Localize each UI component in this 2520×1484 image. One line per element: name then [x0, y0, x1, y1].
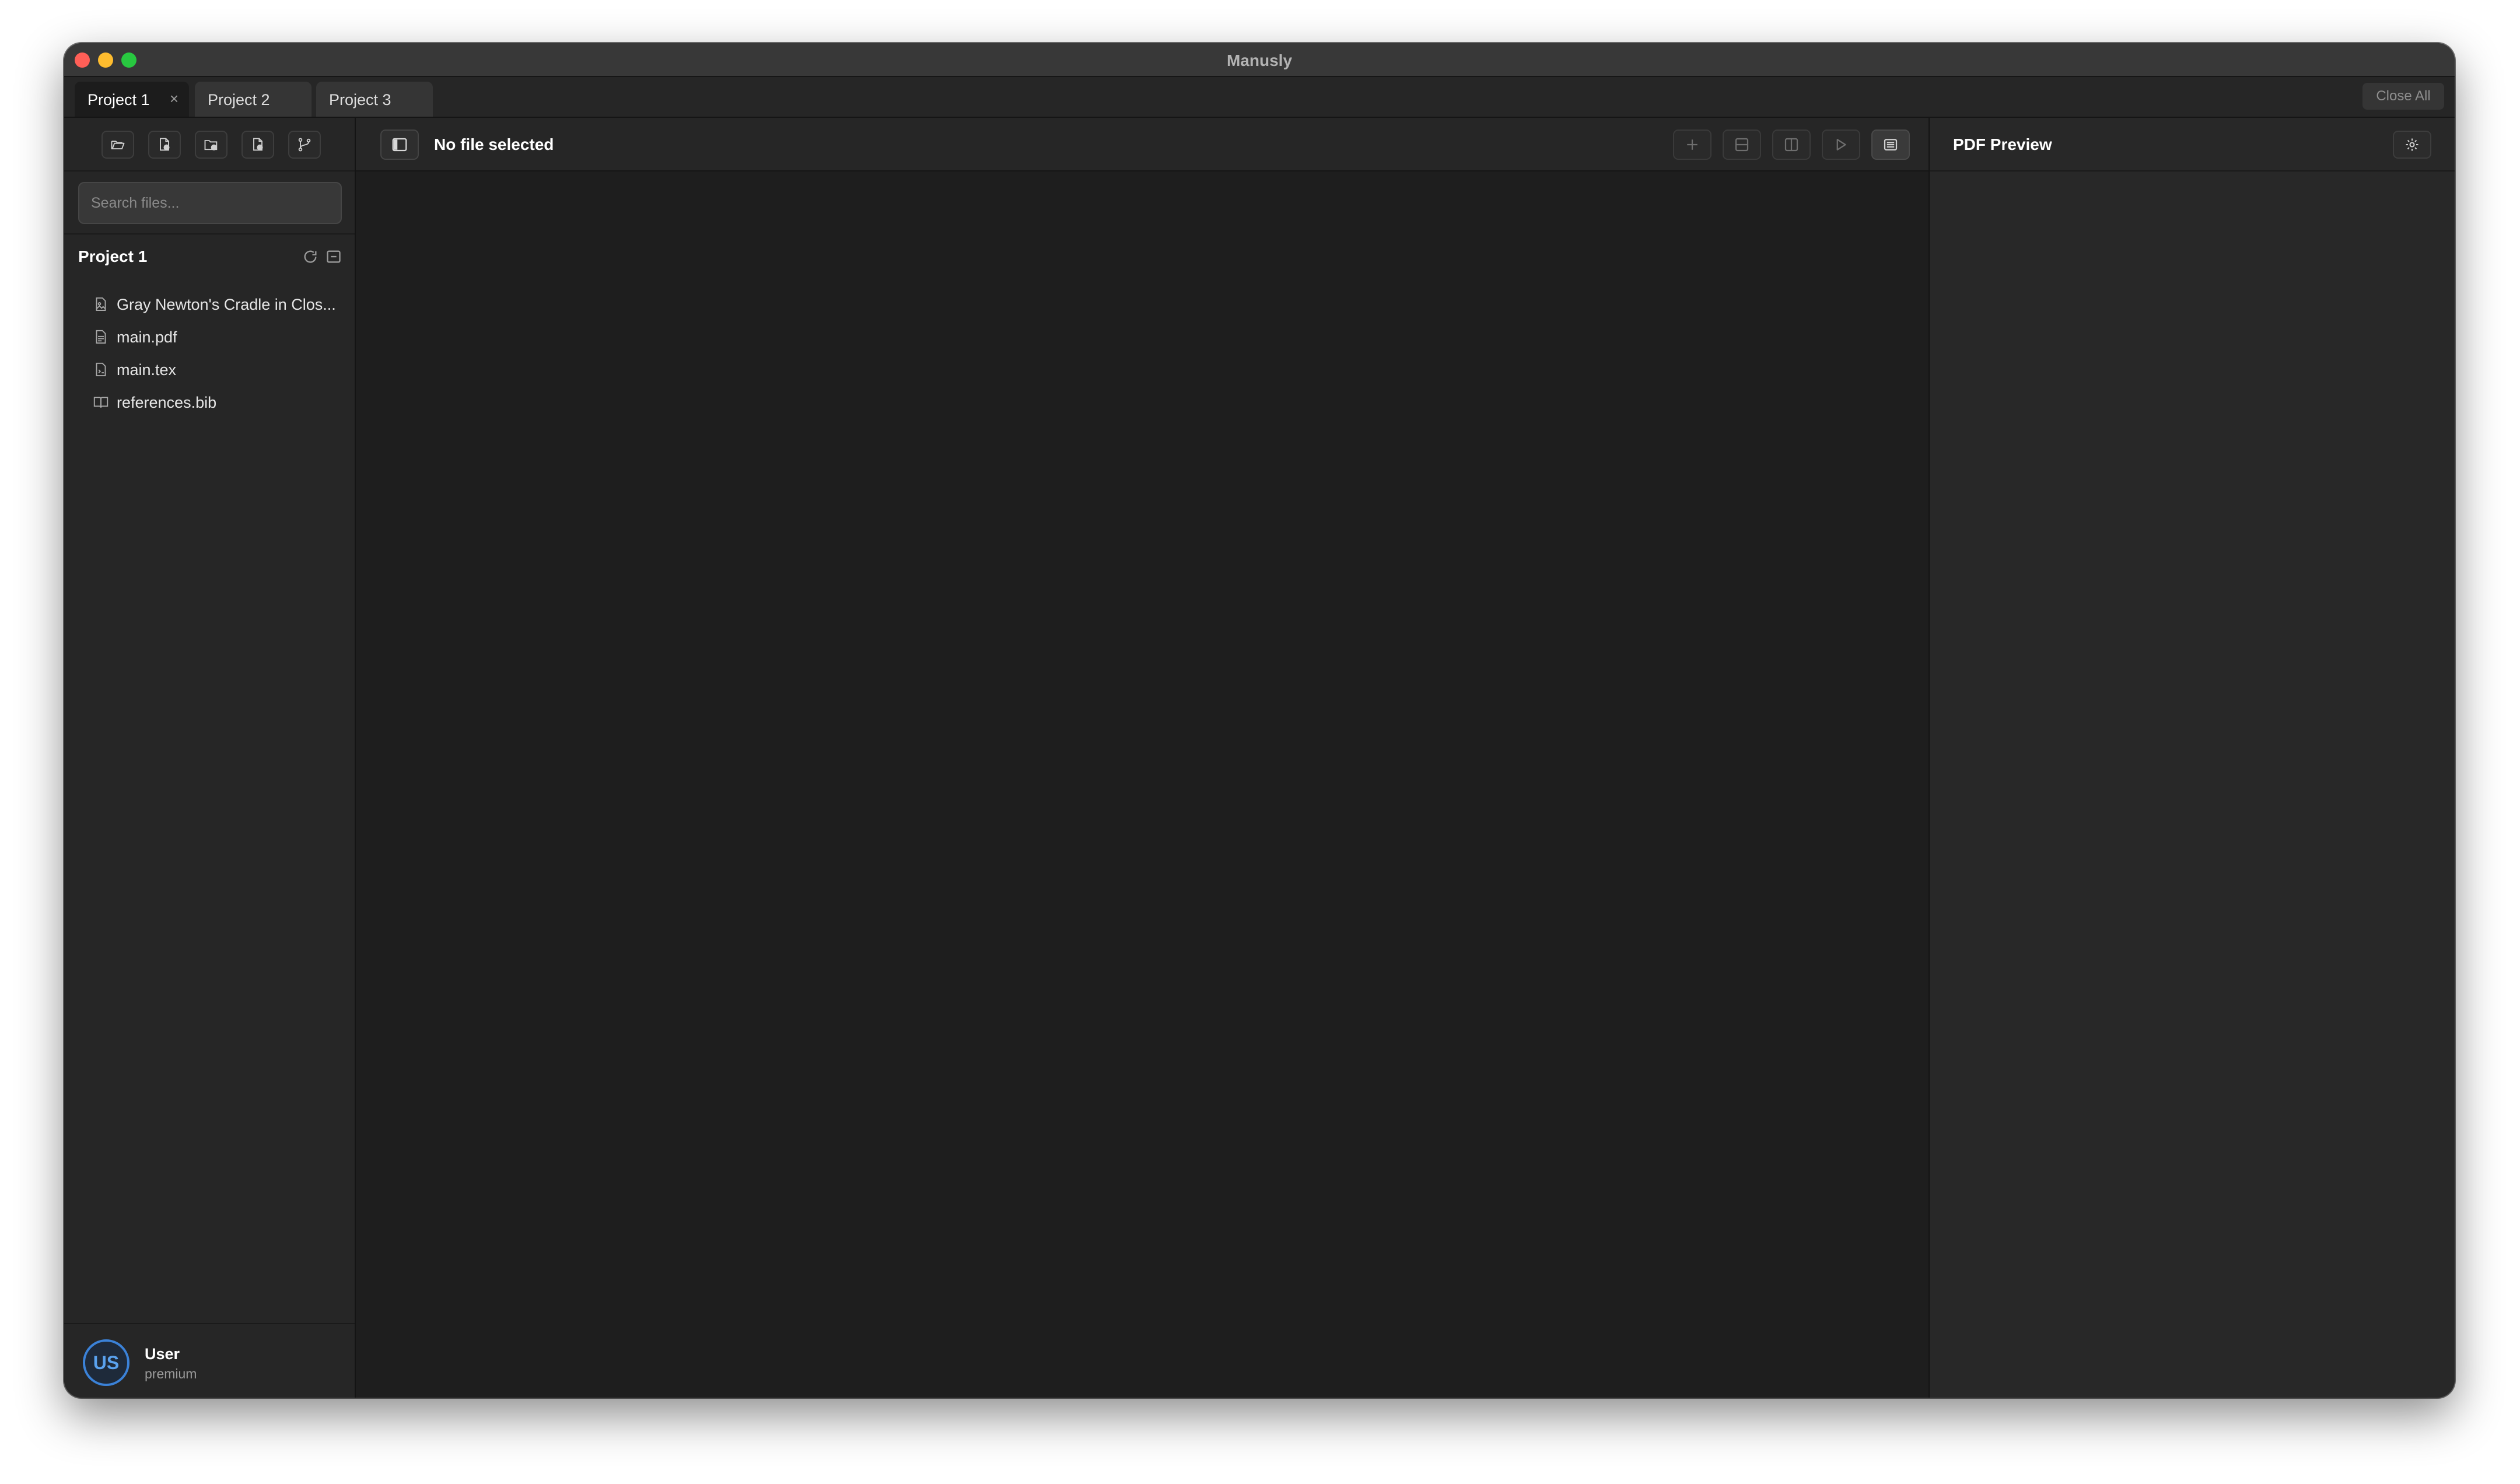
file-sidebar: Project 1 Gray Newton's Cradle in Clos..…	[64, 118, 356, 1398]
user-plan: premium	[145, 1366, 197, 1381]
terminal-icon	[1884, 139, 1898, 150]
pdf-file-icon	[96, 330, 106, 344]
run-button[interactable]	[1822, 130, 1860, 160]
file-tree: Gray Newton's Cradle in Clos... main.pdf…	[92, 288, 341, 419]
tex-file-icon	[96, 362, 106, 376]
project-header: Project 1	[78, 245, 341, 268]
tab-close-icon[interactable]: ×	[170, 90, 178, 108]
split-vertical-icon	[1784, 138, 1798, 152]
split-horizontal-button[interactable]	[1723, 130, 1761, 160]
title-bar: Manusly	[64, 43, 2455, 77]
git-branch-button[interactable]	[288, 131, 321, 159]
file-item-references-bib[interactable]: references.bib	[92, 386, 341, 419]
window-title: Manusly	[1226, 51, 1293, 69]
file-name: main.pdf	[117, 328, 177, 346]
editor-toolbar: No file selected	[356, 118, 1929, 172]
pdf-toolbar: PDF Preview	[1930, 118, 2455, 172]
terminal-button[interactable]	[1871, 130, 1910, 160]
tab-label: Project 3	[329, 91, 391, 108]
tab-label: Project 2	[208, 91, 270, 108]
file-item-main-tex[interactable]: main.tex	[92, 354, 341, 386]
add-file-button[interactable]	[242, 131, 274, 159]
user-name: User	[145, 1345, 180, 1363]
pdf-settings-button[interactable]	[2393, 131, 2431, 159]
new-folder-icon	[204, 140, 218, 150]
sidebar-toolbar	[64, 118, 355, 172]
toggle-sidebar-button[interactable]	[380, 130, 419, 160]
pdf-preview-title: PDF Preview	[1953, 135, 2052, 153]
add-button[interactable]	[1673, 130, 1712, 160]
user-profile[interactable]: US User premium	[64, 1323, 355, 1398]
file-name: references.bib	[117, 393, 217, 411]
editor-file-title: No file selected	[434, 135, 554, 153]
split-vertical-button[interactable]	[1772, 130, 1811, 160]
open-folder-button[interactable]	[102, 131, 134, 159]
file-item-image[interactable]: Gray Newton's Cradle in Clos...	[92, 288, 341, 321]
run-icon	[1836, 139, 1846, 150]
avatar[interactable]: US	[83, 1339, 130, 1386]
new-file-icon	[160, 138, 170, 151]
settings-icon	[2406, 138, 2418, 151]
file-name: main.tex	[117, 360, 177, 379]
tab-project-1[interactable]: Project 1 ×	[75, 82, 189, 117]
file-name: Gray Newton's Cradle in Clos...	[117, 295, 336, 313]
tab-label: Project 1	[88, 91, 150, 108]
collapse-icon[interactable]	[326, 249, 342, 265]
project-title: Project 1	[78, 247, 148, 265]
tab-project-3[interactable]: Project 3	[316, 82, 433, 117]
book-file-icon	[93, 397, 108, 408]
new-file-button[interactable]	[148, 131, 181, 159]
toggle-sidebar-icon	[392, 138, 407, 152]
tab-project-2[interactable]: Project 2	[195, 82, 312, 117]
git-branch-icon	[298, 138, 311, 152]
search-files-input[interactable]	[78, 182, 342, 224]
file-item-main-pdf[interactable]: main.pdf	[92, 321, 341, 354]
open-folder-icon	[111, 141, 125, 149]
app-window: Manusly Project 1 × Project 2 Project 3 …	[64, 43, 2455, 1398]
close-all-button[interactable]: Close All	[2362, 83, 2444, 110]
refresh-icon[interactable]	[302, 249, 318, 265]
divider	[64, 233, 355, 235]
pdf-preview-panel: PDF Preview	[1930, 118, 2455, 1398]
add-icon	[1687, 139, 1698, 150]
tab-bar: Project 1 × Project 2 Project 3 Close Al…	[64, 77, 2455, 118]
editor-area: No file selected	[356, 118, 1930, 1398]
new-folder-button[interactable]	[195, 131, 228, 159]
image-file-icon	[96, 297, 106, 311]
split-horizontal-icon	[1735, 138, 1749, 152]
add-file-icon	[253, 138, 263, 151]
